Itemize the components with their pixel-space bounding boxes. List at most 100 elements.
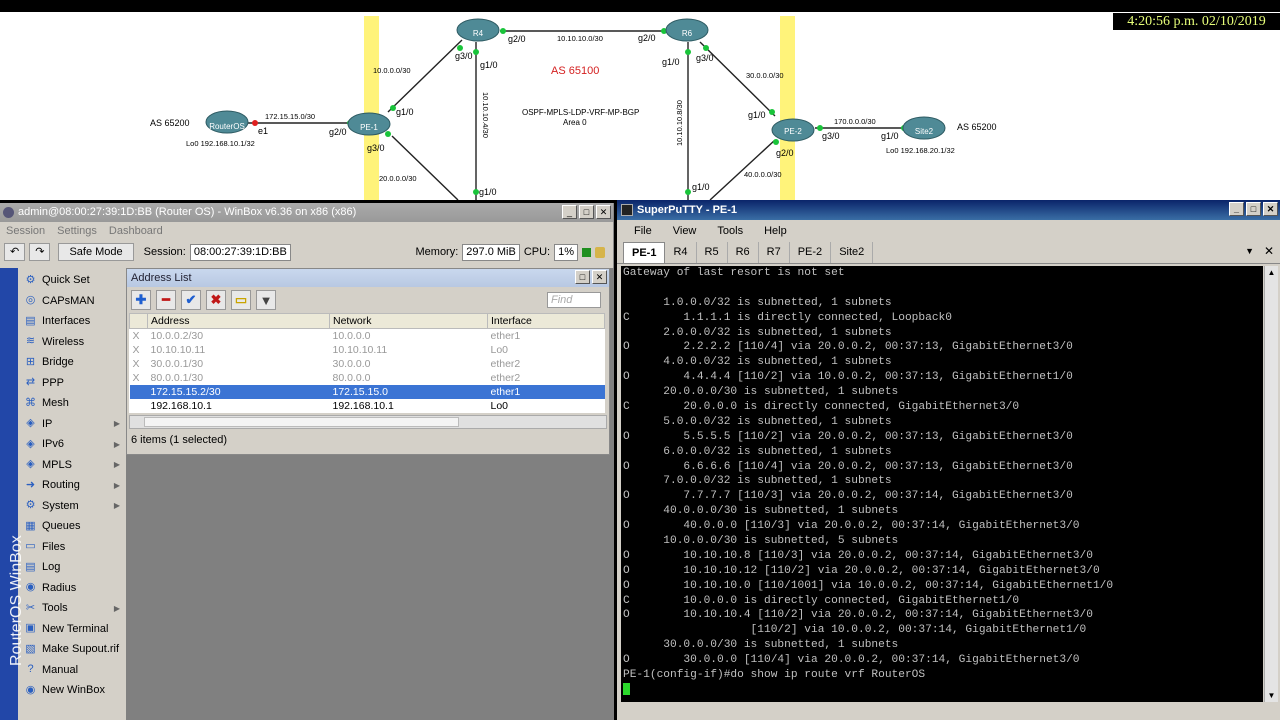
- putty-minimize-button[interactable]: _: [1229, 202, 1244, 216]
- sidebar-item-log[interactable]: ▤ Log: [20, 557, 126, 578]
- sidebar-item-routing[interactable]: ➜ Routing ▶: [20, 475, 126, 496]
- sidebar-item-label: PPP: [42, 376, 65, 389]
- sidebar-item-new-terminal[interactable]: ▣ New Terminal: [20, 619, 126, 640]
- tab-pe-2[interactable]: PE-2: [790, 242, 832, 263]
- link-pe2-site2: 170.0.0.0/30: [834, 117, 876, 126]
- menu-session[interactable]: Session: [6, 222, 45, 240]
- menu-view[interactable]: View: [673, 220, 697, 242]
- row-network: 30.0.0.0: [332, 357, 371, 370]
- find-input[interactable]: Find: [547, 292, 601, 308]
- sidebar-item-ipv6[interactable]: ◈ IPv6 ▶: [20, 434, 126, 455]
- sidebar-item-mpls[interactable]: ◈ MPLS ▶: [20, 455, 126, 476]
- lo-left-label: Lo0 192.168.10.1/32: [186, 139, 255, 148]
- table-row[interactable]: X 10.10.10.11 10.10.10.11 Lo0: [130, 343, 605, 357]
- table-row[interactable]: X 10.0.0.2/30 10.0.0.0 ether1: [130, 329, 605, 343]
- row-network: 80.0.0.0: [332, 371, 371, 384]
- router-routeros-label: RouterOS: [209, 122, 245, 131]
- sidebar-item-system[interactable]: ⚙ System ▶: [20, 496, 126, 517]
- tab-list-dropdown-icon[interactable]: ▼: [1245, 246, 1254, 256]
- maximize-button[interactable]: □: [579, 205, 594, 219]
- address-list-hscrollbar[interactable]: [129, 414, 607, 429]
- table-row[interactable]: 192.168.10.1 192.168.10.1 Lo0: [130, 399, 605, 413]
- scroll-thumb[interactable]: [144, 416, 459, 427]
- table-row[interactable]: 172.15.15.2/30 172.15.15.0 ether1: [129, 384, 605, 399]
- sidebar-item-capsman[interactable]: ◎ CAPsMAN: [20, 291, 126, 312]
- minimize-button[interactable]: _: [562, 205, 577, 219]
- flag-header: [129, 313, 148, 329]
- table-row[interactable]: X 80.0.0.1/30 80.0.0.0 ether2: [130, 371, 605, 385]
- menu-dashboard[interactable]: Dashboard: [109, 222, 163, 240]
- sidebar-item-make-supout-rif[interactable]: ▧ Make Supout.rif: [20, 639, 126, 660]
- terminal-line: [110/2] via 10.0.0.2, 00:37:14, GigabitE…: [623, 624, 1087, 637]
- redo-button[interactable]: ↷: [29, 243, 51, 261]
- center-proto-label: OSPF-MPLS-LDP-VRF-MP-BGP: [522, 108, 639, 117]
- tab-r4[interactable]: R4: [665, 242, 697, 263]
- comment-icon[interactable]: ▭: [231, 290, 251, 310]
- safe-mode-button[interactable]: Safe Mode: [58, 243, 134, 261]
- sidebar-item-wireless[interactable]: ≋ Wireless: [20, 332, 126, 353]
- sidebar-item-files[interactable]: ▭ Files: [20, 537, 126, 558]
- sidebar-item-new-winbox[interactable]: ◉ New WinBox: [20, 680, 126, 701]
- remove-icon[interactable]: ━: [156, 290, 176, 310]
- sidebar-item-mesh[interactable]: ⌘ Mesh: [20, 393, 126, 414]
- tab-site2[interactable]: Site2: [831, 242, 874, 263]
- col-interface[interactable]: Interface: [487, 313, 605, 329]
- winbox-titlebar[interactable]: admin@08:00:27:39:1D:BB (Router OS) - Wi…: [0, 203, 613, 222]
- menu-help[interactable]: Help: [764, 220, 787, 242]
- sidebar-item-ppp[interactable]: ⇄ PPP: [20, 373, 126, 394]
- terminal-line: O 10.10.10.0 [110/1001] via 10.0.0.2, 00…: [623, 579, 1114, 592]
- filter-icon[interactable]: ▼: [256, 290, 276, 310]
- putty-close-button[interactable]: ✕: [1263, 202, 1278, 216]
- scroll-down-icon[interactable]: ▼: [1265, 689, 1278, 702]
- desktop: RouterOS PE-1 R4 R6 PE-2 Site2 AS 65200 …: [0, 0, 1280, 720]
- address-list-window: Address List □ ✕ ✚ ━ ✔ ✖ ▭ ▼ Find Addres…: [126, 268, 610, 455]
- terminal-vscrollbar[interactable]: ▲ ▼: [1264, 266, 1278, 702]
- putty-titlebar[interactable]: SuperPuTTY - PE-1 _ □ ✕: [617, 200, 1280, 220]
- tab-r5[interactable]: R5: [697, 242, 728, 263]
- link-r6-down: 10.10.10.8/30: [675, 100, 684, 146]
- address-list-titlebar[interactable]: Address List □ ✕: [127, 269, 609, 287]
- row-network: 192.168.10.1: [332, 399, 394, 412]
- undo-button[interactable]: ↶: [4, 243, 26, 261]
- sidebar-item-tools[interactable]: ✂ Tools ▶: [20, 598, 126, 619]
- enable-icon[interactable]: ✔: [181, 290, 201, 310]
- sidebar-item-label: Tools: [42, 602, 68, 615]
- sidebar-item-manual[interactable]: ? Manual: [20, 660, 126, 681]
- menu-file[interactable]: File: [634, 220, 652, 242]
- tab-pe-1[interactable]: PE-1: [623, 242, 666, 263]
- sidebar-item-quick-set[interactable]: ⚙ Quick Set: [20, 270, 126, 291]
- menu-tools[interactable]: Tools: [717, 220, 743, 242]
- row-flag: X: [132, 343, 140, 356]
- sidebar-item-label: Routing: [42, 479, 80, 492]
- iface-r6-g30: g3/0: [696, 53, 714, 63]
- tab-r6[interactable]: R6: [728, 242, 759, 263]
- address-list-close-button[interactable]: ✕: [592, 270, 607, 284]
- putty-maximize-button[interactable]: □: [1246, 202, 1261, 216]
- disable-icon[interactable]: ✖: [206, 290, 226, 310]
- add-icon[interactable]: ✚: [131, 290, 151, 310]
- sidebar-item-bridge[interactable]: ⊞ Bridge: [20, 352, 126, 373]
- terminal-output[interactable]: Gateway of last resort is not set 1.0.0.…: [621, 266, 1263, 702]
- sidebar-item-ip[interactable]: ◈ IP ▶: [20, 414, 126, 435]
- iface-r4-g10: g1/0: [480, 60, 498, 70]
- sidebar-item-label: MPLS: [42, 458, 72, 471]
- putty-app-icon: [621, 204, 633, 216]
- col-address[interactable]: Address: [147, 313, 330, 329]
- tab-close-icon[interactable]: ✕: [1264, 244, 1274, 258]
- terminal-line: O 6.6.6.6 [110/4] via 20.0.0.2, 00:37:13…: [623, 460, 1073, 473]
- scroll-up-icon[interactable]: ▲: [1265, 266, 1278, 279]
- menu-settings[interactable]: Settings: [57, 222, 97, 240]
- col-network[interactable]: Network: [329, 313, 488, 329]
- close-button[interactable]: ✕: [596, 205, 611, 219]
- router-site2-label: Site2: [915, 127, 934, 136]
- table-row[interactable]: X 30.0.0.1/30 30.0.0.0 ether2: [130, 357, 605, 371]
- sidebar-item-queues[interactable]: ▦ Queues: [20, 516, 126, 537]
- address-list-maximize-button[interactable]: □: [575, 270, 590, 284]
- iface-pe2-g30: g3/0: [822, 131, 840, 141]
- tab-r7[interactable]: R7: [759, 242, 790, 263]
- sidebar-item-label: Make Supout.rif: [42, 643, 120, 656]
- lock-icon: [595, 246, 605, 258]
- sidebar-item-radius[interactable]: ◉ Radius: [20, 578, 126, 599]
- sidebar-item-label: Queues: [42, 520, 81, 533]
- sidebar-item-interfaces[interactable]: ▤ Interfaces: [20, 311, 126, 332]
